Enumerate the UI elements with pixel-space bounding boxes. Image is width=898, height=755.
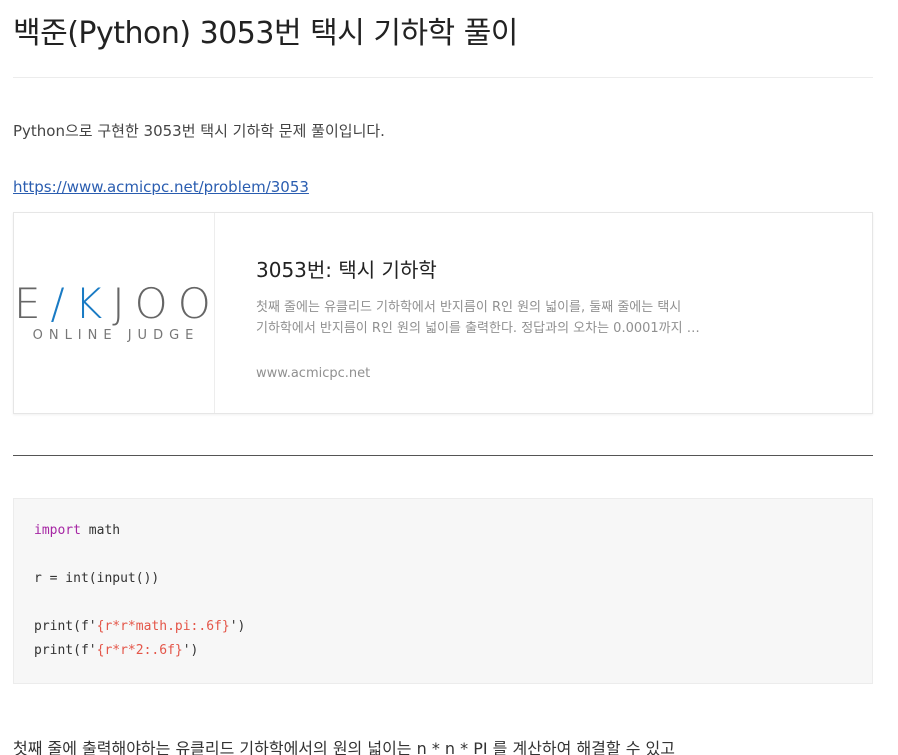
logo-letters-k: /K: [50, 279, 113, 328]
code-line: print(f'{r*r*2:.6f}'): [34, 643, 198, 658]
link-preview-host: www.acmicpc.net: [256, 366, 371, 381]
code-line: import math: [34, 523, 120, 538]
code-text: print(f': [34, 643, 97, 658]
baekjoon-logo: E/KJOO: [14, 279, 214, 328]
code-text: math: [80, 523, 121, 538]
logo-subtitle: ONLINE JUDGE: [32, 328, 200, 343]
code-line: print(f'{r*r*math.pi:.6f}'): [34, 619, 245, 634]
blog-post-page: 백준(Python) 3053번 택시 기하학 풀이 Python으로 구현한 …: [0, 0, 898, 755]
link-preview-title[interactable]: 3053번: 택시 기하학: [256, 254, 437, 283]
code-text: print(f': [34, 619, 97, 634]
link-preview-thumbnail: E/KJOO ONLINE JUDGE: [14, 213, 215, 413]
code-line: r = int(input()): [34, 571, 160, 586]
link-preview-description: 첫째 줄에는 유클리드 기하학에서 반지름이 R인 원의 넓이를, 둘째 줄에는…: [256, 297, 726, 339]
code-fstring-expression: {r*r*math.pi:.6f}: [96, 619, 230, 634]
logo-letters-e: E: [14, 279, 51, 328]
link-preview-description-line: 첫째 줄에는 유클리드 기하학에서 반지름이 R인 원의 넓이를, 둘째 줄에는…: [256, 300, 682, 315]
code-text: '): [182, 643, 199, 658]
post-title: 백준(Python) 3053번 택시 기하학 풀이: [13, 16, 518, 51]
post-intro: Python으로 구현한 3053번 택시 기하학 문제 풀이입니다.: [13, 122, 385, 140]
link-preview-description-line: 기하학에서 반지름이 R인 원의 넓이를 출력한다. 정답과의 오차는 0.00…: [256, 321, 700, 336]
title-divider: [13, 77, 873, 78]
problem-link[interactable]: https://www.acmicpc.net/problem/3053: [13, 178, 309, 196]
code-fstring-expression: {r*r*2:.6f}: [96, 643, 183, 658]
code-block[interactable]: import math r = int(input()) print(f'{r*…: [13, 498, 873, 684]
logo-letters-joo: JOO: [112, 279, 221, 328]
section-divider: [13, 455, 873, 456]
post-conclusion: 첫째 줄에 출력해야하는 유클리드 기하학에서의 원의 넓이는 n * n * …: [13, 739, 675, 755]
code-text: '): [229, 619, 246, 634]
code-keyword: import: [34, 523, 81, 538]
link-preview-card[interactable]: E/KJOO ONLINE JUDGE 3053번: 택시 기하학 첫째 줄에는…: [13, 212, 873, 414]
